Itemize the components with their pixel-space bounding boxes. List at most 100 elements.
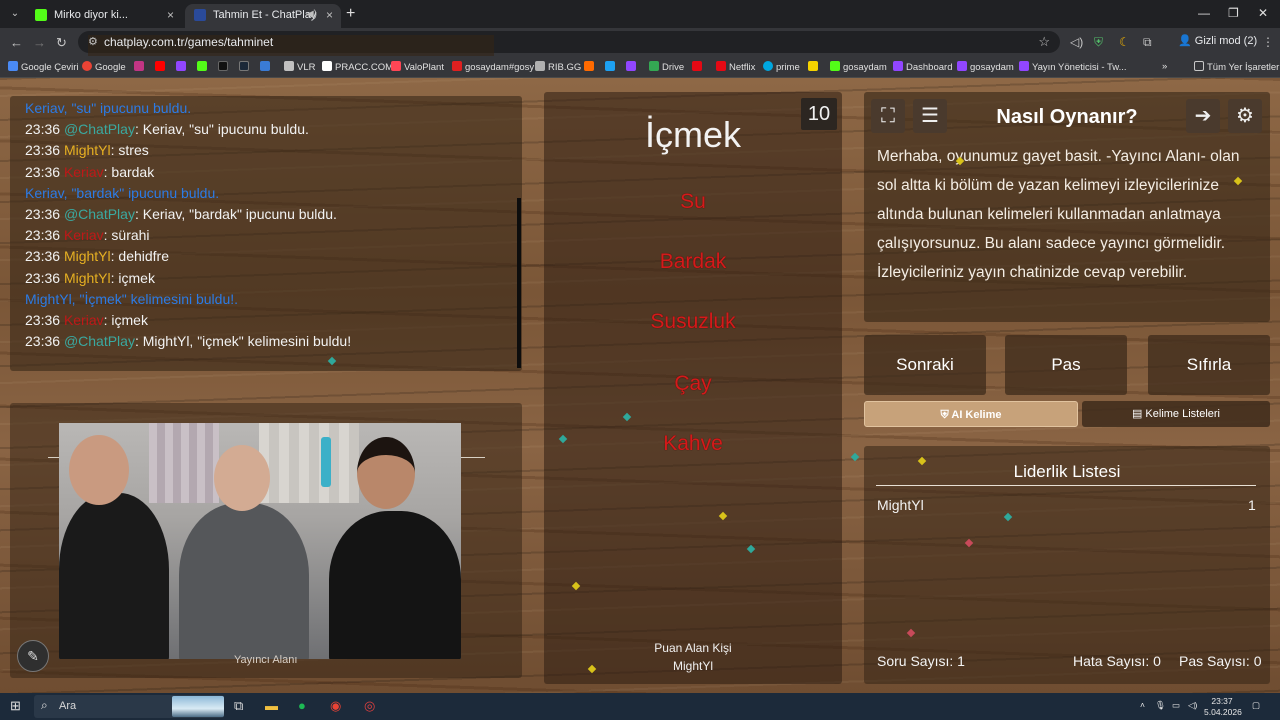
chat-time: 23:36 <box>25 206 61 222</box>
chat-scrollbar[interactable] <box>517 198 521 368</box>
chat-time: 23:36 <box>25 163 61 180</box>
questions-count: Soru Sayısı: 1 <box>877 653 965 669</box>
speaker-icon[interactable]: ◀) <box>306 4 317 26</box>
fullscreen-icon[interactable]: ⛶ <box>871 99 905 133</box>
exit-icon[interactable]: ➔ <box>1186 99 1220 133</box>
dark-mode-icon[interactable]: ☾ <box>1119 35 1130 49</box>
bookmark-tools[interactable] <box>260 61 273 73</box>
chat-text: içmek <box>111 312 148 328</box>
bookmark-ribgg[interactable]: RIB.GG <box>535 61 581 73</box>
minimize-icon[interactable]: — <box>1198 6 1210 20</box>
tray-overflow-icon[interactable]: ˄ <box>1140 700 1145 711</box>
bookmark-blue[interactable] <box>605 61 618 73</box>
bookmark-icon <box>1019 61 1029 71</box>
chat-time: 23:36 <box>25 142 61 159</box>
url-text[interactable]: chatplay.com.tr/games/tahminet <box>104 35 273 49</box>
bookmark-vlr[interactable]: VLR <box>284 61 315 73</box>
forward-icon[interactable]: → <box>33 35 46 50</box>
chat-text: bardak <box>111 163 155 180</box>
volume-icon[interactable]: ◁) <box>1188 700 1197 711</box>
notifications-icon[interactable]: ▢ <box>1252 700 1260 711</box>
close-window-icon[interactable]: ✕ <box>1258 6 1268 20</box>
back-icon[interactable]: ← <box>10 35 23 50</box>
bookmark-t[interactable] <box>692 61 705 73</box>
chat-message: 23:36 @ChatPlay: Keriav, "su" ipucunu bu… <box>25 121 309 137</box>
restore-icon[interactable]: ❐ <box>1228 6 1239 20</box>
bookmark-drive[interactable]: Drive <box>649 61 684 73</box>
spotify-icon[interactable]: ● <box>298 698 306 713</box>
reset-button[interactable]: Sıfırla <box>1148 335 1270 395</box>
tab-mirko[interactable]: Mirko diyor ki... × <box>26 4 182 28</box>
bookmark-prime[interactable]: prime <box>763 61 800 73</box>
tab-close-icon[interactable]: × <box>167 4 174 26</box>
bookmark-yellow[interactable] <box>808 61 821 73</box>
chat-username: Keriav <box>63 227 104 244</box>
windows-start-icon[interactable]: ⊞ <box>10 698 21 714</box>
chrome-icon[interactable]: ◉ <box>330 698 341 714</box>
chat-time: 23:36 <box>25 269 61 286</box>
clock[interactable]: 23:37 5.04.2026 <box>1204 696 1242 718</box>
pass-button[interactable]: Pas <box>1005 335 1127 395</box>
bookmark-netflix[interactable]: Netflix <box>716 61 755 73</box>
bookmark-twitch[interactable] <box>176 61 189 73</box>
bookmark-icon <box>155 61 165 71</box>
network-icon[interactable]: ▭ <box>1172 700 1180 711</box>
bookmark-twitch-gosaydam[interactable]: gosaydam <box>957 61 1014 73</box>
bookmark-valoplant[interactable]: ValoPlant <box>391 61 444 73</box>
incognito-indicator[interactable]: 👤 Gizli mod (2) <box>1178 34 1257 47</box>
search-highlight-image <box>172 696 224 717</box>
bookmark-instagram[interactable] <box>134 61 147 73</box>
tab-tahminet[interactable]: Tahmin Et - ChatPlay ◀) × <box>185 4 341 28</box>
bookmark-kick[interactable] <box>197 61 210 73</box>
chat-text: "su" ipucunu buldu. <box>71 100 192 116</box>
person-middle <box>179 503 309 659</box>
bookmark-icon <box>218 61 228 71</box>
ai-word-button[interactable]: ⛨ AI Kelime <box>864 401 1078 427</box>
search-placeholder: Ara <box>59 700 77 712</box>
address-bar[interactable]: ⚙ chatplay.com.tr/games/tahminet ☆ <box>78 31 1060 265</box>
all-bookmarks[interactable]: Tüm Yer İşaretleri <box>1194 61 1280 73</box>
tab-title: Tahmin Et - ChatPlay <box>213 9 317 21</box>
bookmark-google-ceviri[interactable]: Google Çeviri <box>8 61 79 73</box>
file-explorer-icon[interactable]: ▬ <box>265 698 278 713</box>
menu-icon[interactable]: ⋮ <box>1262 35 1274 49</box>
taskbar-search[interactable]: ⌕ Ara <box>34 695 224 718</box>
settings-gear-icon[interactable]: ⚙ <box>1228 99 1262 133</box>
task-view-icon[interactable]: ⧉ <box>234 698 243 714</box>
pencil-icon[interactable]: ✎ <box>17 640 49 672</box>
bookmark-steam[interactable] <box>239 61 252 73</box>
new-tab-button[interactable]: + <box>346 5 355 23</box>
extensions-icon[interactable]: ⧉ <box>1143 35 1152 50</box>
chat-text: dehidfre <box>118 248 169 265</box>
bookmark-google[interactable]: Google <box>82 61 126 73</box>
bookmark-icon <box>692 61 702 71</box>
bookmarks-more-icon[interactable]: » <box>1162 61 1167 72</box>
bookmark-youtube[interactable] <box>155 61 168 73</box>
bookmark-tiktok[interactable] <box>218 61 231 73</box>
chat-separator: : <box>134 206 143 222</box>
next-button[interactable]: Sonraki <box>864 335 986 395</box>
bookmark-chart[interactable] <box>584 61 597 73</box>
taboo-word: Su <box>680 190 706 213</box>
bookmark-gosaydam-tracker[interactable]: gosaydam#gosy <box>452 61 534 73</box>
reload-icon[interactable]: ↻ <box>56 35 67 51</box>
chat-message: Keriav, "su" ipucunu buldu. <box>25 100 191 116</box>
bookmark-yayin-yoneticisi[interactable]: Yayın Yöneticisi - Tw... <box>1019 61 1127 73</box>
bookmark-purple[interactable] <box>626 61 639 73</box>
app-icon[interactable]: ◎ <box>364 698 375 714</box>
tab-close-icon[interactable]: × <box>326 4 333 26</box>
notes-icon[interactable]: ☰ <box>913 99 947 133</box>
bookmark-star-icon[interactable]: ☆ <box>1038 34 1050 50</box>
windows-taskbar: ⊞ ⌕ Ara ⧉ ▬ ● ◉ ◎ ˄ 🎙 ▭ ◁) 23:37 5.04.20… <box>0 693 1280 720</box>
bookmark-dashboard[interactable]: Dashboard <box>893 61 952 73</box>
mute-icon[interactable]: ◁) <box>1070 35 1083 49</box>
tab-search-icon[interactable]: ⌄ <box>6 5 24 23</box>
clock-date: 5.04.2026 <box>1204 707 1242 717</box>
chat-username: Keriav <box>63 312 104 328</box>
word-lists-button[interactable]: ▤ Kelime Listeleri <box>1082 401 1270 427</box>
bookmark-kick-gosaydam[interactable]: gosaydam <box>830 61 887 73</box>
taboo-word: Kahve <box>663 432 723 455</box>
mic-icon[interactable]: 🎙 <box>1155 700 1166 711</box>
bookmark-pracc[interactable]: PRACC.COM <box>322 61 393 73</box>
extension-shield-icon[interactable]: ⛨ <box>1094 35 1103 50</box>
